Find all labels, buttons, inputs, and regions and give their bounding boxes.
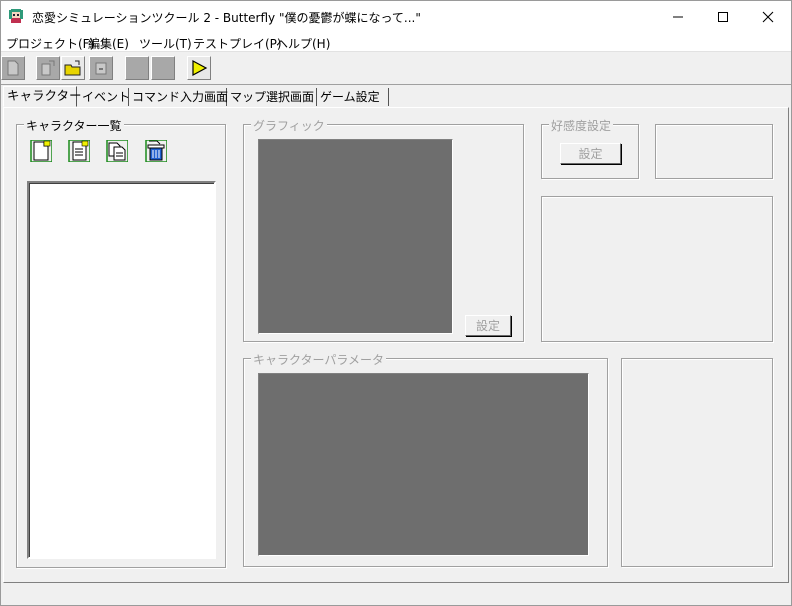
toolbar	[1, 53, 791, 85]
tab-command-input[interactable]: コマンド入力画面	[129, 88, 228, 106]
tab-content: キャラクター一覧 グラフィック 設定 好感度設定 設定 キャラクターパラメータ	[3, 107, 789, 583]
graphic-title: グラフィック	[251, 117, 327, 134]
title-bar: 恋愛シミュレーションツクール 2 - Butterfly "僕の憂鬱が蝶になって…	[1, 1, 791, 32]
character-parameters-preview	[258, 373, 589, 556]
app-icon	[9, 9, 23, 23]
copy-character-button[interactable]	[105, 139, 129, 163]
toolbar-blank-button-1[interactable]	[125, 56, 149, 80]
menu-tool[interactable]: ツール(T)	[139, 35, 192, 52]
affinity-settings-button[interactable]: 設定	[560, 143, 621, 164]
toolbar-testplay-button[interactable]	[187, 56, 211, 80]
status-bar	[1, 585, 791, 605]
copy-character-icon	[106, 140, 128, 162]
delete-character-icon	[145, 140, 167, 162]
new-character-button[interactable]	[29, 139, 53, 163]
menu-project[interactable]: プロジェクト(F)	[6, 35, 94, 52]
save-icon	[95, 62, 107, 75]
affinity-title: 好感度設定	[549, 117, 614, 134]
open-doc-icon	[41, 60, 55, 76]
new-doc-icon	[7, 60, 19, 76]
character-list-title: キャラクター一覧	[24, 117, 124, 134]
blank-icon	[156, 61, 170, 75]
new-character-icon	[30, 140, 52, 162]
minimize-button[interactable]	[655, 1, 701, 32]
toolbar-blank-button-2[interactable]	[151, 56, 175, 80]
delete-character-button[interactable]	[144, 139, 168, 163]
graphic-preview	[258, 139, 453, 334]
character-parameters-title: キャラクターパラメータ	[251, 351, 387, 368]
tab-character[interactable]: キャラクター	[3, 86, 82, 107]
menu-edit[interactable]: 編集(E)	[88, 35, 129, 52]
side-panel-top	[655, 124, 773, 179]
graphic-settings-button[interactable]: 設定	[465, 315, 511, 336]
menu-bar: プロジェクト(F) 編集(E) ツール(T) テストプレイ(P) ヘルプ(H)	[1, 32, 791, 52]
toolbar-folder-button[interactable]	[61, 56, 85, 80]
open-folder-icon	[64, 60, 81, 76]
side-panel-middle	[541, 196, 773, 342]
blank-icon	[130, 61, 144, 75]
tab-event[interactable]: イベント	[79, 88, 130, 106]
minimize-icon	[673, 16, 683, 17]
character-parameters-group: キャラクターパラメータ	[243, 351, 608, 567]
graphic-group: グラフィック 設定	[243, 117, 524, 342]
maximize-button[interactable]	[700, 1, 746, 32]
toolbar-new-button[interactable]	[1, 56, 25, 80]
character-listbox[interactable]	[27, 181, 216, 559]
tab-game-settings[interactable]: ゲーム設定	[317, 88, 389, 106]
character-list-group: キャラクター一覧	[16, 117, 226, 568]
play-icon	[192, 59, 208, 77]
close-button[interactable]	[745, 1, 791, 32]
window-title: 恋愛シミュレーションツクール 2 - Butterfly "僕の憂鬱が蝶になって…	[32, 11, 421, 25]
menu-help[interactable]: ヘルプ(H)	[276, 35, 330, 52]
edit-character-button[interactable]	[67, 139, 91, 163]
menu-testplay[interactable]: テストプレイ(P)	[193, 35, 282, 52]
close-icon	[762, 11, 774, 22]
toolbar-open-button[interactable]	[36, 56, 60, 80]
affinity-group: 好感度設定 設定	[541, 117, 639, 179]
edit-character-icon	[68, 140, 90, 162]
toolbar-save-button[interactable]	[89, 56, 113, 80]
tab-map-select[interactable]: マップ選択画面	[227, 88, 317, 106]
maximize-icon	[718, 11, 728, 22]
side-panel-bottom	[621, 358, 773, 567]
app-window: 恋愛シミュレーションツクール 2 - Butterfly "僕の憂鬱が蝶になって…	[0, 0, 792, 606]
